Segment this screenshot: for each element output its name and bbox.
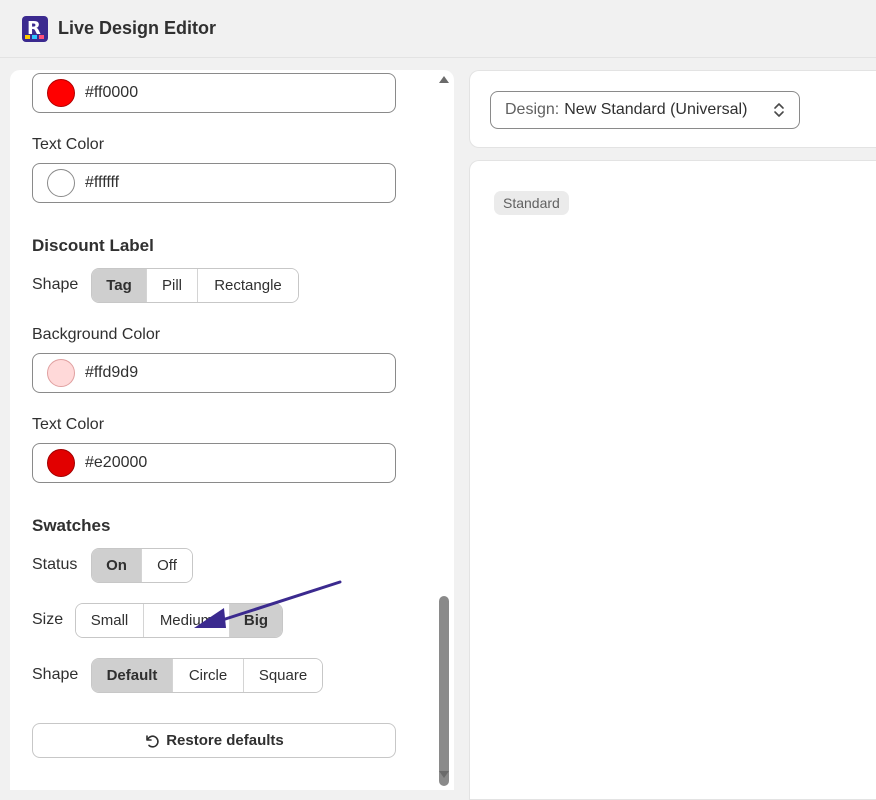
color-value: #ffffff — [85, 174, 120, 191]
discount-text-color-label: Text Color — [32, 416, 105, 433]
discount-bg-color-field[interactable]: #ffd9d9 — [32, 353, 396, 393]
design-select-value: New Standard (Universal) — [564, 101, 748, 118]
shape-default-button[interactable]: Default — [92, 659, 173, 692]
design-select[interactable]: Design: New Standard (Universal) — [490, 91, 800, 129]
color-swatch[interactable] — [47, 449, 75, 477]
discount-shape-segmented: Tag Pill Rectangle — [91, 268, 299, 303]
color-value: #ffd9d9 — [85, 364, 139, 381]
design-select-prefix: Design: — [505, 101, 560, 118]
shape-square-button[interactable]: Square — [244, 659, 322, 692]
discount-shape-label: Shape — [32, 276, 79, 293]
size-small-button[interactable]: Small — [76, 604, 144, 637]
annotation-arrow-icon — [194, 580, 342, 628]
preview-card: Standard — [469, 160, 876, 800]
scroll-thumb[interactable] — [439, 596, 449, 786]
scroll-up-icon[interactable] — [439, 76, 449, 83]
swatches-status-label: Status — [32, 556, 78, 573]
restore-defaults-button[interactable]: Restore defaults — [32, 723, 396, 758]
discount-bg-color-label: Background Color — [32, 326, 161, 343]
app-title: Live Design Editor — [58, 18, 217, 38]
title-bar: R Live Design Editor — [0, 0, 876, 58]
status-off-button[interactable]: Off — [142, 549, 192, 582]
discount-label-heading: Discount Label — [32, 236, 154, 255]
color-value: #e20000 — [85, 454, 148, 471]
shape-rectangle-button[interactable]: Rectangle — [198, 269, 298, 302]
swatches-shape-label: Shape — [32, 666, 79, 683]
color-swatch[interactable] — [47, 359, 75, 387]
undo-icon — [144, 733, 160, 749]
shape-pill-button[interactable]: Pill — [147, 269, 198, 302]
shape-tag-button[interactable]: Tag — [92, 269, 147, 302]
swatches-heading: Swatches — [32, 516, 111, 535]
design-badge: Standard — [494, 191, 569, 215]
sale-text-color-field[interactable]: #ffffff — [32, 163, 396, 203]
scroll-down-icon[interactable] — [439, 771, 449, 778]
swatches-shape-segmented: Default Circle Square — [91, 658, 323, 693]
swatches-status-segmented: On Off — [91, 548, 193, 583]
sale-text-color-label: Text Color — [32, 136, 105, 153]
discount-text-color-field[interactable]: #e20000 — [32, 443, 396, 483]
status-on-button[interactable]: On — [92, 549, 142, 582]
settings-scrollbar[interactable] — [434, 70, 454, 786]
swatches-size-label: Size — [32, 611, 64, 628]
select-chevron-icon — [773, 100, 785, 125]
color-value: #ff0000 — [85, 84, 139, 101]
app-logo-icon: R — [22, 15, 48, 42]
settings-panel: #ff0000 Text Color #ffffff Discount Labe… — [10, 70, 454, 790]
sale-background-color-field[interactable]: #ff0000 — [32, 73, 396, 113]
design-selector-card: Design: New Standard (Universal) — [469, 70, 876, 148]
restore-defaults-label: Restore defaults — [166, 732, 284, 749]
color-swatch[interactable] — [47, 79, 75, 107]
color-swatch[interactable] — [47, 169, 75, 197]
shape-circle-button[interactable]: Circle — [173, 659, 244, 692]
